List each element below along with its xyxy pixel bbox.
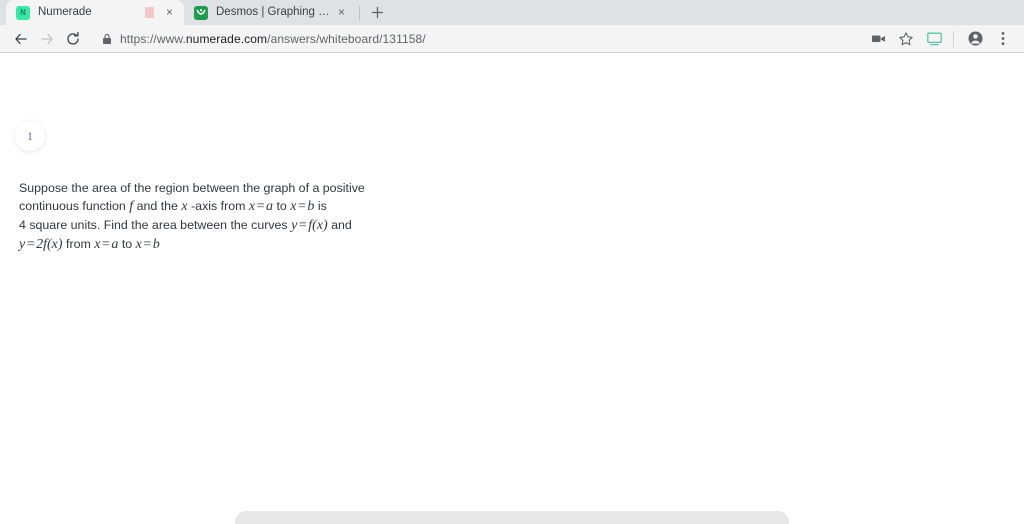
chrome-menu-icon[interactable] — [990, 26, 1016, 52]
question-line-3-text: 4 square units. Find the area between th… — [19, 218, 288, 232]
address-bar[interactable]: https://www.numerade.com/answers/whitebo… — [92, 28, 857, 50]
lock-icon — [102, 33, 112, 45]
question-line-4-to: to — [121, 237, 133, 251]
browser-tab-numerade[interactable]: N Numerade × — [6, 0, 184, 25]
math-fx: f(x) — [308, 218, 328, 233]
numerade-favicon: N — [16, 5, 30, 20]
math-2fx: 2f(x) — [36, 237, 63, 252]
browser-toolbar-icons — [863, 26, 1016, 52]
math-equals: = — [26, 237, 35, 252]
pencil-tool[interactable] — [394, 520, 434, 524]
url-domain: numerade.com — [185, 31, 268, 46]
url-text: https://www.numerade.com/answers/whitebo… — [120, 32, 426, 46]
question-line-3-and: and — [331, 218, 352, 232]
question-line-2: continuous function f and the x -axis fr… — [19, 197, 379, 216]
image-tool[interactable] — [583, 520, 623, 524]
math-equals: = — [298, 218, 307, 233]
math-a: a — [266, 199, 274, 214]
tab-close-icon[interactable]: × — [162, 5, 177, 20]
url-path: /answers/whiteboard/131158/ — [267, 31, 426, 46]
browser-chrome: N Numerade × Desmos | Graphing Calculato… — [0, 0, 1024, 53]
question-line-1: Suppose the area of the region between t… — [19, 179, 379, 197]
math-equals: = — [256, 199, 265, 214]
url-scheme: https://www. — [120, 31, 186, 46]
tab-divider — [359, 5, 360, 20]
eraser-tool[interactable] — [488, 520, 528, 524]
back-button[interactable] — [8, 26, 34, 52]
tab-title: Desmos | Graphing Calculator — [216, 6, 334, 19]
select-cursor-tool[interactable] — [347, 520, 387, 524]
text-tool[interactable]: A — [535, 520, 575, 524]
browser-navigation-bar: https://www.numerade.com/answers/whitebo… — [0, 25, 1024, 53]
math-equals: = — [143, 237, 152, 252]
browser-tab-desmos[interactable]: Desmos | Graphing Calculator × — [184, 0, 356, 25]
cast-screen-icon[interactable] — [921, 26, 947, 52]
math-a: a — [111, 237, 119, 252]
tab-strip: N Numerade × Desmos | Graphing Calculato… — [0, 0, 1024, 25]
math-b: b — [152, 237, 160, 252]
reload-button[interactable] — [60, 26, 86, 52]
question-line-3: 4 square units. Find the area between th… — [19, 216, 379, 235]
add-plus-tool[interactable] — [441, 520, 481, 524]
toolbar-divider — [953, 30, 954, 47]
math-b: b — [307, 199, 315, 214]
question-line-2-text-b: and the — [136, 199, 178, 213]
question-text: Suppose the area of the region between t… — [19, 179, 379, 254]
math-x: x — [135, 237, 142, 252]
drawing-toolbar: A — [235, 511, 789, 524]
profile-avatar-icon[interactable] — [962, 26, 988, 52]
new-tab-button[interactable] — [364, 0, 390, 25]
tab-audio-indicator-icon[interactable] — [145, 7, 154, 18]
tab-close-icon[interactable]: × — [334, 5, 349, 20]
whiteboard-page: 1 Suppose the area of the region between… — [0, 53, 1024, 524]
math-x: x — [181, 199, 188, 214]
question-line-2-to: to — [276, 199, 287, 213]
math-f: f — [129, 199, 134, 214]
desmos-favicon — [194, 5, 208, 20]
question-line-2-text-a: continuous function — [19, 199, 126, 213]
math-equals: = — [297, 199, 306, 214]
question-line-2-text-d: is — [317, 199, 327, 213]
bookmark-star-icon[interactable] — [893, 26, 919, 52]
tab-title: Numerade — [38, 6, 92, 19]
page-number-badge[interactable]: 1 — [15, 121, 45, 151]
question-line-1-text: Suppose the area of the region between t… — [19, 181, 365, 195]
video-camera-icon[interactable] — [865, 26, 891, 52]
forward-button[interactable] — [34, 26, 60, 52]
question-line-2-text-c: -axis from — [191, 199, 246, 213]
redo-tool[interactable] — [300, 520, 340, 524]
question-line-4-from: from — [66, 237, 91, 251]
undo-tool[interactable] — [253, 520, 293, 524]
question-line-4: y = 2f(x) from x = a to x = b — [19, 235, 379, 254]
math-equals: = — [101, 237, 110, 252]
